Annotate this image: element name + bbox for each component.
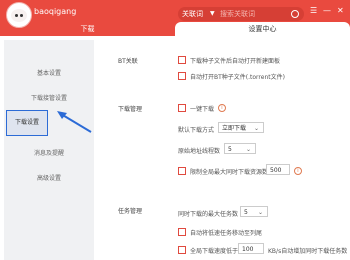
chevron-down-icon[interactable]: ▼ (210, 10, 215, 17)
sidebar-item-download[interactable]: 下载设置 (6, 110, 48, 136)
username[interactable]: baoqigang (34, 7, 76, 16)
search-box[interactable]: 关联词 ▼ 搜索关联词 (178, 7, 304, 21)
bt-open-panel-checkbox[interactable] (178, 56, 186, 64)
download-mgmt-section-label: 下载管理 (118, 106, 143, 113)
bt-auto-open-label: 自动打开BT种子文件(.torrent文件) (190, 74, 285, 81)
max-tasks-select[interactable]: 5 ⌄ (240, 206, 268, 217)
default-mode-select[interactable]: 立即下载 ⌄ (218, 122, 264, 133)
limit-resources-checkbox[interactable] (178, 167, 186, 175)
origin-threads-value: 5 (228, 146, 232, 153)
one-click-download-label: 一键下载 (190, 106, 215, 113)
search-input[interactable]: 搜索关联词 (220, 9, 255, 19)
chevron-down-icon: ⌄ (257, 209, 263, 216)
tab-settings[interactable]: 设置中心 (175, 22, 350, 36)
origin-threads-label: 原始地址线程数 (178, 148, 221, 155)
default-mode-label: 默认下载方式 (178, 127, 215, 134)
bt-auto-open-checkbox[interactable] (178, 72, 186, 80)
origin-threads-select[interactable]: 5 ⌄ (224, 143, 256, 154)
speed-threshold-input[interactable]: 100 (238, 243, 264, 254)
speed-threshold-checkbox[interactable] (178, 246, 186, 254)
task-mgmt-section-label: 任务管理 (118, 208, 143, 215)
bt-section-label: BT关联 (118, 58, 138, 65)
bt-open-panel-label: 下载种子文件后自动打开新建面板 (190, 58, 281, 65)
speed-threshold-suffix: KB/s自动增加同时下载任务数 (268, 248, 348, 255)
search-icon[interactable] (291, 10, 299, 18)
search-scope-select[interactable]: 关联词 (182, 9, 203, 19)
max-tasks-value: 5 (244, 209, 248, 216)
tab-download[interactable]: 下载 (0, 22, 175, 36)
chevron-down-icon: ⌄ (245, 146, 251, 153)
sidebar-item-takeover[interactable]: 下载接管设置 (4, 93, 94, 102)
annotation-arrow (57, 111, 92, 133)
chevron-down-icon: ⌄ (253, 125, 259, 132)
sidebar-item-notifications[interactable]: 消息及提醒 (4, 148, 94, 157)
sidebar-item-advanced[interactable]: 高级设置 (4, 173, 94, 182)
auto-move-label: 自动将低速任务移动至列尾 (190, 230, 263, 237)
title-bar: baoqigang 关联词 ▼ 搜索关联词 ☰ — ✕ 下载 设置中心 (0, 0, 350, 36)
minimize-icon[interactable]: — (323, 6, 331, 15)
auto-move-checkbox[interactable] (178, 228, 186, 236)
settings-sidebar: 基本设置 下载接管设置 下载设置 消息及提醒 高级设置 (4, 40, 94, 260)
info-icon[interactable]: i (294, 167, 302, 175)
default-mode-value: 立即下载 (222, 125, 247, 132)
close-icon[interactable]: ✕ (337, 6, 344, 15)
one-click-download-checkbox[interactable] (178, 104, 186, 112)
speed-threshold-prefix: 全局下载速度低于 (190, 248, 239, 255)
menu-icon[interactable]: ☰ (310, 6, 317, 15)
max-tasks-label: 同时下载的最大任务数 (178, 211, 239, 218)
limit-resources-label: 限制全局最大同时下载资源数 (190, 169, 269, 176)
sidebar-item-basic[interactable]: 基本设置 (4, 68, 94, 77)
limit-resources-input[interactable]: 500 (266, 164, 290, 175)
info-icon[interactable]: i (218, 104, 226, 112)
